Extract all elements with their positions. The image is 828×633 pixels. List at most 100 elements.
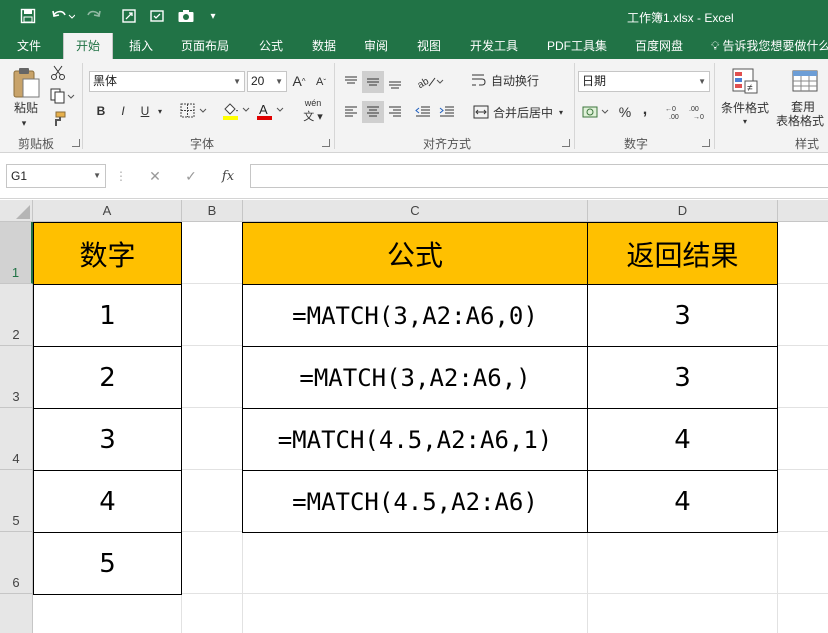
font-name-select[interactable]: 黑体 ▼ <box>89 71 245 92</box>
name-box[interactable]: G1 ▼ <box>6 164 106 188</box>
tab-page-layout[interactable]: 页面布局 <box>181 33 229 59</box>
increase-font-size-icon[interactable]: A ^ <box>291 71 307 91</box>
tab-developer[interactable]: 开发工具 <box>470 33 518 59</box>
row-header-6[interactable]: 6 <box>0 532 33 594</box>
number-format-select[interactable]: 日期 ▼ <box>578 71 710 92</box>
undo-icon[interactable] <box>48 6 78 26</box>
column-header-e[interactable] <box>778 200 828 222</box>
cell-a6[interactable]: 5 <box>33 532 182 595</box>
tab-pdf-tools[interactable]: PDF工具集 <box>547 33 607 59</box>
tell-me-box[interactable]: 💡︎ 告诉我您想要做什么 <box>711 33 828 59</box>
align-left-icon[interactable] <box>340 101 362 123</box>
format-as-table-label-line2[interactable]: 表格格式 <box>772 113 828 128</box>
fill-color-icon[interactable] <box>220 99 254 123</box>
paste-button-label[interactable]: 粘贴 <box>10 99 42 115</box>
accounting-format-icon[interactable] <box>580 101 614 123</box>
cell-d3[interactable]: 3 <box>587 346 778 409</box>
increase-indent-icon[interactable] <box>436 101 458 123</box>
cell-a2[interactable]: 1 <box>33 284 182 347</box>
paste-dropdown-icon[interactable]: ▾ <box>14 117 34 129</box>
underline-dropdown-icon[interactable]: ▾ <box>155 101 165 121</box>
increase-decimal-icon[interactable]: ←0.00 <box>664 101 686 123</box>
font-dialog-launcher[interactable] <box>322 139 330 147</box>
align-center-icon[interactable] <box>362 101 384 123</box>
decrease-decimal-icon[interactable]: .00 →0 <box>688 101 710 123</box>
font-size-select[interactable]: 20 ▼ <box>247 71 287 92</box>
worksheet: A B C D 1 2 3 4 5 6 数字 1 2 3 4 5 公式 返回结果… <box>0 200 828 633</box>
cut-icon[interactable] <box>48 63 68 83</box>
row-header-3[interactable]: 3 <box>0 346 33 408</box>
align-bottom-icon[interactable] <box>384 71 406 93</box>
copy-icon[interactable] <box>48 86 78 106</box>
cell-c1[interactable]: 公式 <box>242 222 588 285</box>
tab-file[interactable]: 文件 <box>17 33 41 59</box>
svg-text:←0: ←0 <box>665 106 676 113</box>
decrease-font-size-icon[interactable]: Aˇ <box>313 73 329 91</box>
tab-home[interactable]: 开始 <box>63 33 113 59</box>
merge-center-button[interactable]: 合并后居中 ▾ <box>466 101 570 123</box>
tab-view[interactable]: 视图 <box>417 33 441 59</box>
wrap-text-button[interactable]: 自动换行 <box>466 69 544 91</box>
orientation-icon[interactable]: ab <box>412 69 448 93</box>
row-header-2[interactable]: 2 <box>0 284 33 346</box>
column-header-c[interactable]: C <box>243 200 588 222</box>
cancel-icon[interactable]: ✕ <box>144 165 166 187</box>
column-header-b[interactable]: B <box>182 200 243 222</box>
tab-insert[interactable]: 插入 <box>129 33 153 59</box>
percent-style-button[interactable]: % <box>616 101 634 123</box>
align-top-icon[interactable] <box>340 71 362 93</box>
phonetic-guide-icon[interactable]: wén 文 ▾ <box>296 98 330 123</box>
comma-style-button[interactable]: , <box>638 99 652 121</box>
italic-button[interactable]: I <box>115 101 131 121</box>
align-right-icon[interactable] <box>384 101 406 123</box>
cell-d1[interactable]: 返回结果 <box>587 222 778 285</box>
paste-icon[interactable] <box>8 65 44 101</box>
format-as-table-icon[interactable] <box>788 65 822 97</box>
cell-a5[interactable]: 4 <box>33 470 182 533</box>
cell-a1[interactable]: 数字 <box>33 222 182 285</box>
clipboard-dialog-launcher[interactable] <box>72 139 80 147</box>
enter-icon[interactable]: ✓ <box>180 165 202 187</box>
row-header-4[interactable]: 4 <box>0 408 33 470</box>
tab-formulas[interactable]: 公式 <box>259 33 283 59</box>
formula-input[interactable] <box>250 164 828 188</box>
cell-d5[interactable]: 4 <box>587 470 778 533</box>
more-options-icon[interactable]: ⋮ <box>115 165 127 187</box>
form-icon[interactable] <box>146 6 168 26</box>
tab-review[interactable]: 审阅 <box>364 33 388 59</box>
column-header-a[interactable]: A <box>33 200 182 222</box>
tab-data[interactable]: 数据 <box>312 33 336 59</box>
conditional-formatting-label[interactable]: 条件格式 <box>718 99 772 115</box>
screenshot-icon[interactable] <box>118 6 140 26</box>
cell-c3[interactable]: =MATCH(3,A2:A6,) <box>242 346 588 409</box>
row-header-7[interactable] <box>0 594 33 633</box>
cell-c2[interactable]: =MATCH(3,A2:A6,0) <box>242 284 588 347</box>
customize-qat-icon[interactable]: ▾ <box>205 6 221 26</box>
conditional-formatting-icon[interactable]: ≠ <box>728 65 762 97</box>
cell-d2[interactable]: 3 <box>587 284 778 347</box>
bold-button[interactable]: B <box>93 101 109 121</box>
alignment-dialog-launcher[interactable] <box>562 139 570 147</box>
decrease-indent-icon[interactable] <box>412 101 434 123</box>
select-all-button[interactable] <box>0 200 33 222</box>
insert-function-icon[interactable]: fx <box>216 165 240 187</box>
cell-c5[interactable]: =MATCH(4.5,A2:A6) <box>242 470 588 533</box>
camera-icon[interactable] <box>175 6 197 26</box>
row-header-5[interactable]: 5 <box>0 470 33 532</box>
number-dialog-launcher[interactable] <box>702 139 710 147</box>
cell-d4[interactable]: 4 <box>587 408 778 471</box>
cell-a4[interactable]: 3 <box>33 408 182 471</box>
align-middle-icon[interactable] <box>362 71 384 93</box>
row-header-1[interactable]: 1 <box>0 222 33 284</box>
borders-icon[interactable] <box>178 101 212 121</box>
conditional-formatting-dropdown-icon[interactable]: ▾ <box>738 115 752 127</box>
tab-baidu-netdisk[interactable]: 百度网盘 <box>635 33 683 59</box>
redo-icon[interactable] <box>84 6 112 26</box>
column-header-d[interactable]: D <box>588 200 778 222</box>
cell-a3[interactable]: 2 <box>33 346 182 409</box>
font-color-icon[interactable]: A <box>254 99 288 123</box>
cell-c4[interactable]: =MATCH(4.5,A2:A6,1) <box>242 408 588 471</box>
format-painter-icon[interactable] <box>48 109 68 129</box>
underline-button[interactable]: U <box>137 101 153 121</box>
save-icon[interactable] <box>18 6 38 26</box>
